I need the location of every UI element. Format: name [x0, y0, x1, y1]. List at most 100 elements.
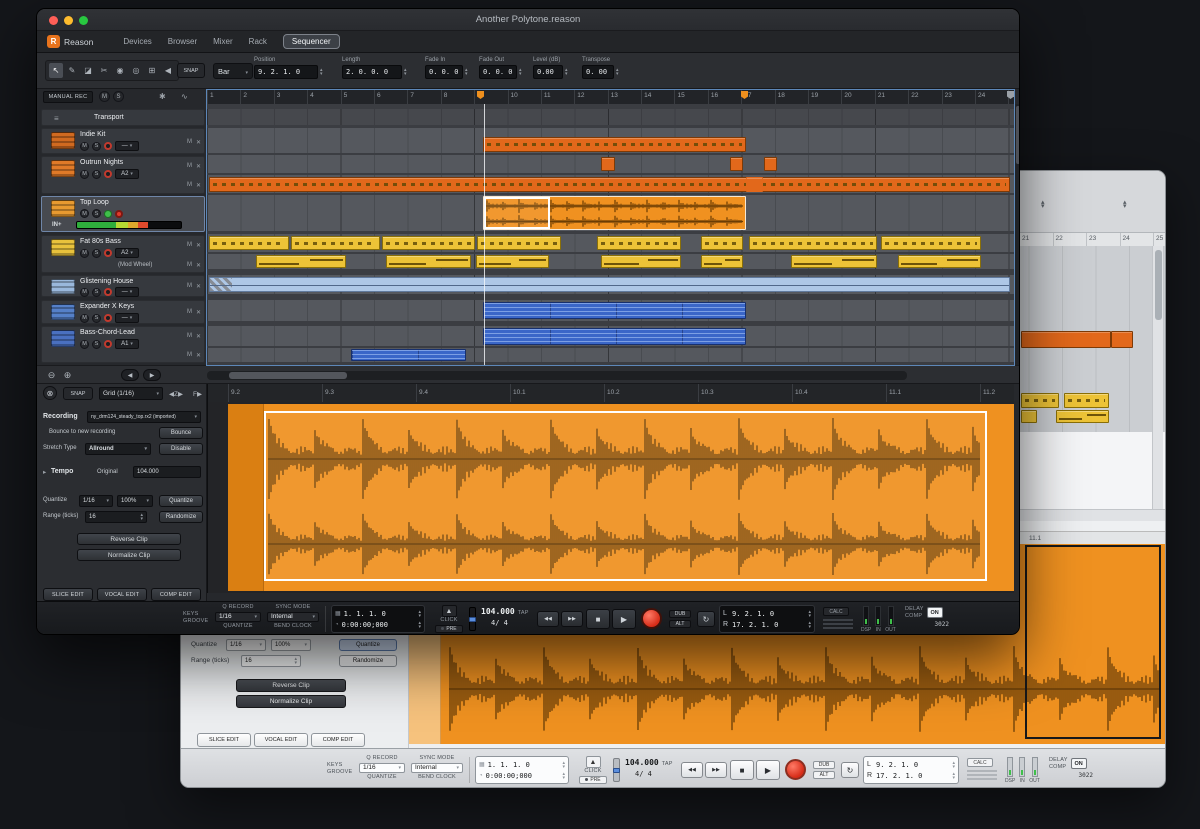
lane-close-button[interactable]: ✕: [196, 333, 201, 340]
track-indie-kit[interactable]: Indie Kit M S — M✕: [41, 128, 205, 154]
record-arm-button[interactable]: [115, 210, 123, 218]
right-locator-stepper[interactable]: [808, 621, 811, 629]
lane-mute-button[interactable]: M: [187, 262, 192, 269]
stop-button[interactable]: ■: [586, 609, 610, 629]
record-button[interactable]: [785, 759, 806, 780]
pre-button[interactable]: PRE: [579, 776, 607, 784]
length-value[interactable]: 2. 0. 0. 0: [342, 65, 402, 79]
dub-button[interactable]: DUB: [669, 610, 691, 618]
solo-button[interactable]: S: [92, 288, 101, 297]
mute-button[interactable]: M: [80, 209, 89, 218]
sequencer-arrange-area[interactable]: [207, 104, 1014, 365]
solo-button[interactable]: S: [92, 142, 101, 151]
time-signature[interactable]: 4/ 4: [481, 619, 533, 627]
clip-fat-bass[interactable]: [597, 236, 681, 250]
tempo-original-value[interactable]: 104.000: [133, 466, 201, 478]
record-arm-button[interactable]: [104, 170, 112, 178]
track-thumbnail[interactable]: [51, 132, 75, 149]
nav-left-button[interactable]: ◀: [121, 369, 139, 381]
lane-mute-button[interactable]: M: [187, 352, 192, 359]
clip-yellow-automation[interactable]: [1056, 410, 1109, 423]
gear-icon[interactable]: ✱: [159, 92, 166, 101]
track-thumbnail[interactable]: [51, 330, 75, 347]
rewind-button[interactable]: ◀◀: [537, 611, 559, 627]
mute-button[interactable]: M: [80, 340, 89, 349]
track-name[interactable]: Bass-Chord-Lead: [80, 329, 135, 336]
horizontal-scrollbar[interactable]: [207, 371, 907, 380]
output-mode-select[interactable]: —: [115, 313, 139, 323]
normalize-clip-button[interactable]: Normalize Clip: [77, 549, 181, 561]
right-locator-value[interactable]: 17. 2. 1. 0: [732, 621, 805, 629]
clip-glistening-house[interactable]: [209, 277, 1010, 292]
clip-bass-chord-small[interactable]: [351, 349, 466, 361]
song-position-line[interactable]: [484, 104, 485, 365]
song-position-time[interactable]: 0:00:00;000: [486, 772, 560, 780]
range-stepper[interactable]: [140, 513, 143, 521]
play-button[interactable]: ▶: [612, 609, 636, 629]
q-record-select[interactable]: 1/16: [359, 763, 405, 773]
mute-button[interactable]: M: [80, 249, 89, 258]
solo-button[interactable]: S: [92, 340, 101, 349]
quantize-amount-select[interactable]: 100%: [271, 639, 311, 651]
right-locator-stepper[interactable]: [952, 772, 955, 780]
loop-button[interactable]: ↻: [841, 762, 859, 778]
track-bass-chord-lead[interactable]: Bass-Chord-Lead M S A1 M✕ M✕: [41, 326, 205, 363]
left-locator-value[interactable]: 9. 2. 1. 0: [876, 761, 949, 769]
track-name[interactable]: Top Loop: [80, 199, 109, 206]
position-value[interactable]: 9. 2. 1. 0: [254, 65, 318, 79]
eraser-tool-icon[interactable]: ◪: [81, 63, 95, 78]
tap-label[interactable]: TAP: [662, 761, 673, 768]
tempo-disclosure[interactable]: ▸: [43, 468, 46, 476]
position-stepper[interactable]: [562, 761, 565, 769]
zoom-in-icon[interactable]: ⊕: [61, 369, 74, 382]
clip-outrun-hatched[interactable]: [764, 157, 777, 171]
close-window-button[interactable]: [49, 16, 58, 25]
groove-button[interactable]: GROOVE: [327, 769, 352, 776]
field-stepper[interactable]: [320, 68, 323, 76]
quantize-grid-select[interactable]: 1/16: [79, 495, 113, 507]
vertical-scrollbar[interactable]: [1015, 104, 1020, 365]
lane-close-button[interactable]: ✕: [196, 352, 201, 359]
delay-comp-on-button[interactable]: ON: [927, 607, 943, 618]
clip-modwheel-automation[interactable]: [386, 255, 471, 268]
solo-button[interactable]: S: [92, 314, 101, 323]
back-vertical-scrollbar[interactable]: [1152, 246, 1163, 509]
clip-fat-bass[interactable]: [291, 236, 380, 250]
sync-mode-select[interactable]: Internal: [411, 763, 463, 773]
field-stepper[interactable]: [1123, 201, 1127, 209]
fast-forward-button[interactable]: ▶▶: [705, 762, 727, 778]
tab-slice-edit[interactable]: SLICE EDIT: [197, 733, 251, 747]
field-stepper[interactable]: [404, 68, 407, 76]
play-button[interactable]: ▶: [756, 760, 780, 780]
tab-rack[interactable]: Rack: [249, 37, 267, 46]
tab-slice-edit[interactable]: SLICE EDIT: [43, 588, 93, 601]
track-thumbnail[interactable]: [51, 304, 75, 320]
left-locator-stepper[interactable]: [808, 610, 811, 618]
level-value[interactable]: 0.00: [533, 65, 563, 79]
tempo-fader-knob[interactable]: [613, 768, 620, 773]
tab-comp-edit[interactable]: COMP EDIT: [311, 733, 365, 747]
track-thumbnail[interactable]: [51, 200, 75, 217]
lane-mute-button[interactable]: M: [187, 309, 192, 316]
clip-bass-chord[interactable]: [483, 328, 746, 345]
transport-lane[interactable]: [207, 109, 1014, 125]
clip-expander-keys[interactable]: [483, 302, 746, 319]
dub-button[interactable]: DUB: [813, 761, 835, 769]
mute-button[interactable]: M: [80, 314, 89, 323]
tempo-value[interactable]: 104.000: [481, 607, 515, 616]
track-name[interactable]: Outrun Nights: [80, 159, 123, 166]
snap-toggle-button[interactable]: SNAP: [177, 63, 205, 78]
clip-yellow[interactable]: [1021, 393, 1059, 408]
solo-button[interactable]: S: [92, 209, 101, 218]
delay-comp-on-button[interactable]: ON: [1071, 758, 1087, 769]
comp-selection-box[interactable]: [484, 197, 550, 229]
quantize-grid-select[interactable]: 1/16: [226, 639, 266, 651]
record-arm-button[interactable]: [104, 340, 112, 348]
stretch-type-select[interactable]: Allround: [85, 443, 151, 455]
track-name[interactable]: Fat 80s Bass: [80, 238, 121, 245]
range-ticks-field[interactable]: 16: [85, 511, 147, 523]
quantize-while-rec-label[interactable]: QUANTIZE: [215, 623, 261, 630]
record-button[interactable]: [641, 608, 662, 629]
mute-tool-icon[interactable]: ◉: [113, 63, 127, 78]
clip-modwheel-automation[interactable]: [256, 255, 346, 268]
